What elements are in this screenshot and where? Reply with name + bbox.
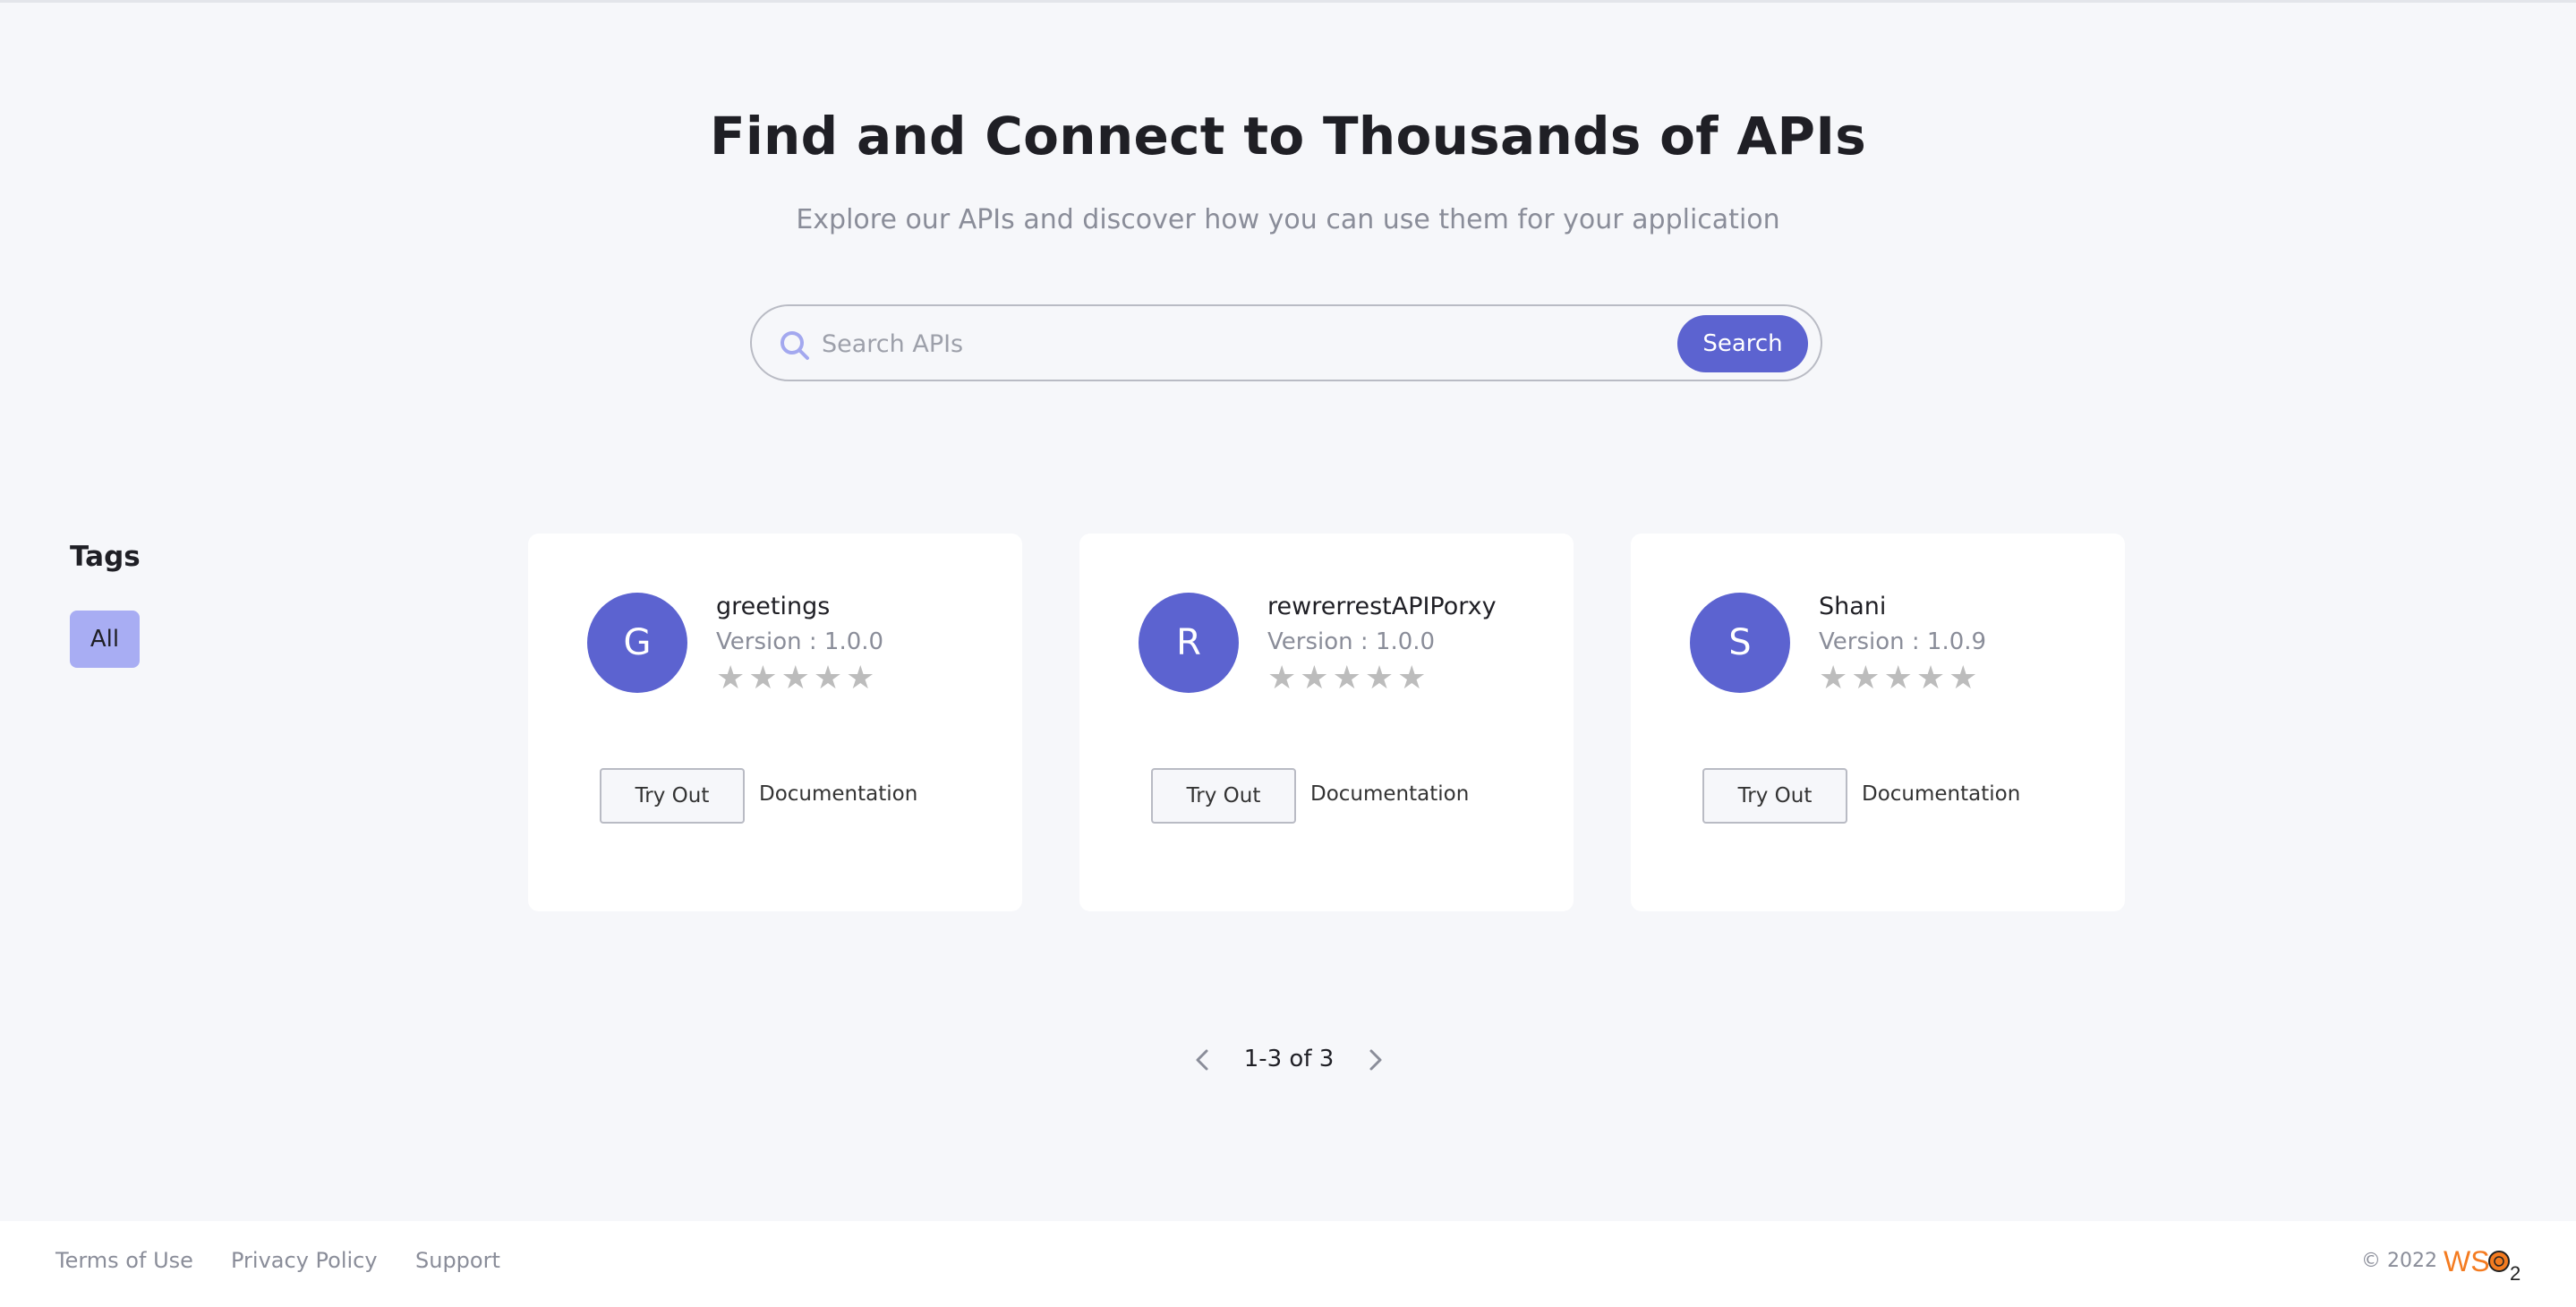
tag-chip-all[interactable]: All bbox=[70, 611, 140, 668]
star-icon[interactable]: ★ bbox=[1884, 662, 1913, 695]
star-icon[interactable]: ★ bbox=[814, 662, 842, 695]
api-avatar: S bbox=[1690, 593, 1790, 693]
star-icon[interactable]: ★ bbox=[1365, 662, 1394, 695]
search-input[interactable] bbox=[820, 319, 1522, 369]
star-icon[interactable]: ★ bbox=[1300, 662, 1328, 695]
try-out-button[interactable]: Try Out bbox=[600, 768, 745, 824]
documentation-link[interactable]: Documentation bbox=[1862, 782, 2020, 806]
page-info: 1-3 of 3 bbox=[1243, 1046, 1335, 1072]
footer-link-privacy[interactable]: Privacy Policy bbox=[231, 1248, 378, 1273]
star-icon[interactable]: ★ bbox=[716, 662, 745, 695]
api-card[interactable]: S Shani Version : 1.0.9 ★ ★ ★ ★ ★ Try Ou… bbox=[1631, 534, 2125, 911]
footer-link-terms[interactable]: Terms of Use bbox=[55, 1248, 193, 1273]
documentation-link[interactable]: Documentation bbox=[759, 782, 917, 806]
footer-link-support[interactable]: Support bbox=[415, 1248, 500, 1273]
api-version: Version : 1.0.0 bbox=[716, 628, 884, 655]
star-icon[interactable]: ★ bbox=[1397, 662, 1426, 695]
star-icon[interactable]: ★ bbox=[748, 662, 777, 695]
api-version: Version : 1.0.9 bbox=[1819, 628, 1987, 655]
star-icon[interactable]: ★ bbox=[1949, 662, 1977, 695]
api-name[interactable]: rewrerrestAPIPorxy bbox=[1267, 593, 1497, 620]
star-rating: ★ ★ ★ ★ ★ bbox=[1267, 662, 1426, 695]
chevron-left-icon[interactable] bbox=[1187, 1044, 1219, 1076]
copyright: © 2022 bbox=[2361, 1250, 2437, 1272]
footer: Terms of Use Privacy Policy Support © 20… bbox=[0, 1221, 2576, 1307]
star-icon[interactable]: ★ bbox=[781, 662, 810, 695]
api-avatar: G bbox=[587, 593, 687, 693]
wso2-logo: WS 2 bbox=[2444, 1245, 2521, 1282]
page-subtitle: Explore our APIs and discover how you ca… bbox=[796, 204, 1780, 235]
chevron-right-icon[interactable] bbox=[1359, 1044, 1391, 1076]
api-name[interactable]: greetings bbox=[716, 593, 830, 620]
api-avatar: R bbox=[1139, 593, 1239, 693]
api-name[interactable]: Shani bbox=[1819, 593, 1886, 620]
star-icon[interactable]: ★ bbox=[1851, 662, 1880, 695]
search-bar: Search bbox=[750, 304, 1822, 381]
try-out-button[interactable]: Try Out bbox=[1151, 768, 1296, 824]
star-icon[interactable]: ★ bbox=[1267, 662, 1296, 695]
documentation-link[interactable]: Documentation bbox=[1310, 782, 1469, 806]
tags-heading: Tags bbox=[70, 541, 141, 573]
svg-text:WS: WS bbox=[2444, 1245, 2490, 1277]
pagination: 1-3 of 3 bbox=[1181, 1038, 1396, 1081]
api-card[interactable]: G greetings Version : 1.0.0 ★ ★ ★ ★ ★ Tr… bbox=[528, 534, 1022, 911]
star-icon[interactable]: ★ bbox=[1916, 662, 1945, 695]
try-out-button[interactable]: Try Out bbox=[1702, 768, 1847, 824]
api-card[interactable]: R rewrerrestAPIPorxy Version : 1.0.0 ★ ★… bbox=[1079, 534, 1574, 911]
star-icon[interactable]: ★ bbox=[1333, 662, 1361, 695]
header-divider bbox=[0, 0, 2576, 3]
star-icon[interactable]: ★ bbox=[1819, 662, 1847, 695]
search-button[interactable]: Search bbox=[1677, 315, 1808, 372]
star-rating: ★ ★ ★ ★ ★ bbox=[1819, 662, 1977, 695]
star-rating: ★ ★ ★ ★ ★ bbox=[716, 662, 874, 695]
star-icon[interactable]: ★ bbox=[846, 662, 874, 695]
svg-text:2: 2 bbox=[2510, 1262, 2521, 1282]
page-title: Find and Connect to Thousands of APIs bbox=[709, 106, 1867, 167]
api-version: Version : 1.0.0 bbox=[1267, 628, 1436, 655]
search-icon bbox=[780, 331, 809, 360]
